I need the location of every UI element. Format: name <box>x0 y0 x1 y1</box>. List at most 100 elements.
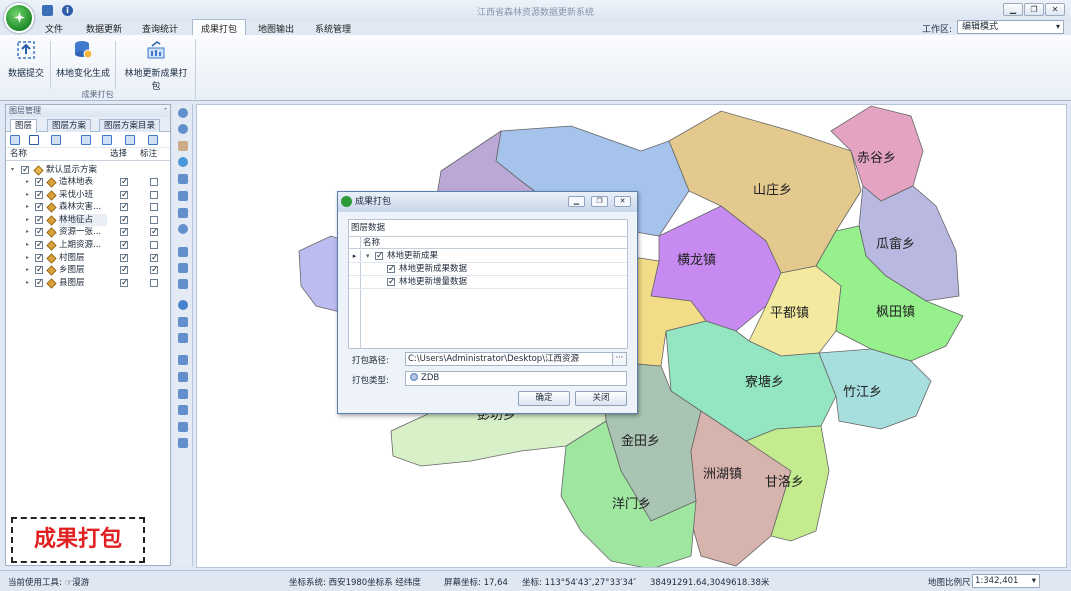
scale-select[interactable]: 1:342,401 <box>972 574 1040 588</box>
close-dialog-button[interactable]: 关闭 <box>575 391 627 406</box>
tab-system-admin[interactable]: 系统管理 <box>315 22 351 35</box>
print-icon[interactable] <box>178 422 188 432</box>
label-checkbox[interactable] <box>150 252 159 264</box>
checkbox[interactable] <box>35 201 44 213</box>
browse-button[interactable]: ··· <box>612 353 626 365</box>
expand-icon[interactable]: ▸ <box>26 277 29 289</box>
select-checkbox[interactable] <box>120 189 129 201</box>
layer-row[interactable]: ▸ 村图层 <box>6 252 170 264</box>
forest-package-button[interactable]: 林地更新成果打包 <box>121 40 191 92</box>
globe-icon[interactable] <box>178 157 188 167</box>
tree-row-root[interactable]: ▾ 默认显示方案 <box>6 164 170 176</box>
select-checkbox[interactable] <box>120 252 129 264</box>
label-checkbox[interactable] <box>150 226 159 238</box>
select-checkbox[interactable] <box>120 214 129 226</box>
app-logo-icon[interactable] <box>4 3 34 33</box>
forest-change-button[interactable]: 林地变化生成 <box>56 40 110 79</box>
checkbox[interactable] <box>35 226 44 238</box>
add-layer-icon[interactable] <box>10 135 20 145</box>
package-path-input[interactable]: C:\Users\Administrator\Desktop\江西资源 ··· <box>405 352 627 366</box>
move-bottom-icon[interactable] <box>148 135 158 145</box>
measure-icon[interactable] <box>178 355 188 365</box>
back-arrow-icon[interactable] <box>178 208 188 218</box>
tab-file[interactable]: 文件 <box>45 22 63 35</box>
checkbox[interactable] <box>387 276 396 289</box>
expand-icon[interactable]: ▸ <box>26 252 29 264</box>
label-checkbox[interactable] <box>150 241 158 249</box>
split-icon[interactable] <box>178 389 188 399</box>
checkbox[interactable] <box>35 264 44 276</box>
ok-button[interactable]: 确定 <box>518 391 570 406</box>
tab-layer-scheme-catalog[interactable]: 图层方案目录 <box>99 119 161 132</box>
layer-row[interactable]: ▸ 县图层 <box>6 277 170 289</box>
select-checkbox[interactable] <box>120 201 129 213</box>
delete-layer-icon[interactable] <box>29 135 39 145</box>
select-checkbox[interactable] <box>120 226 129 238</box>
identify-icon[interactable] <box>178 300 188 310</box>
dialog-minimize-button[interactable]: ▁ <box>568 196 585 207</box>
tab-data-update[interactable]: 数据更新 <box>86 22 122 35</box>
maximize-button[interactable]: ❐ <box>1024 3 1044 16</box>
expand-icon[interactable]: ▸ <box>26 264 29 276</box>
collapse-icon[interactable]: ▾ <box>11 164 14 176</box>
package-type-select[interactable]: ZDB <box>405 371 627 386</box>
layer-row[interactable]: ▸ 资源一张... <box>6 226 170 238</box>
table-row[interactable]: 林地更新成果数据 <box>349 263 627 276</box>
label-checkbox[interactable] <box>150 264 159 276</box>
layer-row[interactable]: ▸ 上期资源... <box>6 239 170 251</box>
table-row[interactable]: 林地更新增量数据 <box>349 276 627 289</box>
select-checkbox[interactable] <box>120 176 129 188</box>
tab-layer-scheme[interactable]: 图层方案 <box>47 119 92 132</box>
attribute-table-icon[interactable] <box>178 317 188 327</box>
select-checkbox[interactable] <box>120 277 129 289</box>
zoom-out-icon[interactable] <box>178 124 188 134</box>
dialog-maximize-button[interactable]: ❐ <box>591 196 608 207</box>
label-checkbox[interactable] <box>150 278 158 287</box>
label-checkbox[interactable] <box>150 178 158 186</box>
minimize-button[interactable]: ▁ <box>1003 3 1023 16</box>
tab-map-output[interactable]: 地图输出 <box>258 22 294 35</box>
checkbox[interactable] <box>35 176 44 188</box>
layer-row[interactable]: ▸ 林地征占 <box>6 213 170 226</box>
collapse-icon[interactable]: ▾ <box>366 250 370 263</box>
dialog-close-button[interactable]: ✕ <box>614 196 631 207</box>
tab-result-package[interactable]: 成果打包 <box>192 19 247 36</box>
checkbox[interactable] <box>375 250 384 263</box>
checkbox[interactable] <box>35 189 44 201</box>
checkbox[interactable] <box>21 164 30 176</box>
merge-icon[interactable] <box>178 405 188 415</box>
table-row[interactable]: ▸ ▾ 林地更新成果 <box>349 250 627 263</box>
expand-icon[interactable]: ▸ <box>26 176 29 188</box>
move-down-icon[interactable] <box>125 135 135 145</box>
layer-row[interactable]: ▸ 采伐小班 <box>6 189 170 201</box>
workspace-select[interactable]: 编辑模式 <box>957 20 1064 34</box>
checkbox[interactable] <box>387 263 396 276</box>
measure-area-icon[interactable] <box>178 372 188 382</box>
select-pointer-icon[interactable] <box>178 247 188 257</box>
move-top-icon[interactable] <box>81 135 91 145</box>
expand-icon[interactable]: ▸ <box>26 214 29 226</box>
tab-layers[interactable]: 图层 <box>10 119 38 133</box>
expand-icon[interactable]: ▸ <box>26 239 29 251</box>
select-feature-icon[interactable] <box>178 263 188 273</box>
layer-row[interactable]: ▸ 造林地表 <box>6 176 170 188</box>
submit-data-button[interactable]: 数据提交 <box>8 40 44 79</box>
checkbox[interactable] <box>35 277 44 289</box>
fit-extent-icon[interactable] <box>178 191 188 201</box>
refresh-icon[interactable] <box>178 224 188 234</box>
expand-icon[interactable]: ▸ <box>26 201 29 213</box>
layer-row[interactable]: ▸ 乡图层 <box>6 264 170 276</box>
zoom-in-icon[interactable] <box>178 108 188 118</box>
full-extent-icon[interactable] <box>178 174 188 184</box>
select-checkbox[interactable] <box>120 239 129 251</box>
expand-icon[interactable]: ▸ <box>26 189 29 201</box>
pan-hand-icon[interactable] <box>178 141 188 151</box>
eraser-icon[interactable] <box>178 333 188 343</box>
layer-row[interactable]: ▸ 森林灾害... <box>6 201 170 213</box>
label-checkbox[interactable] <box>150 215 158 224</box>
move-up-icon[interactable] <box>102 135 112 145</box>
close-button[interactable]: ✕ <box>1045 3 1065 16</box>
pin-icon[interactable]: ᐩ <box>164 105 167 117</box>
layer-properties-icon[interactable] <box>51 135 61 145</box>
label-checkbox[interactable] <box>150 203 158 212</box>
